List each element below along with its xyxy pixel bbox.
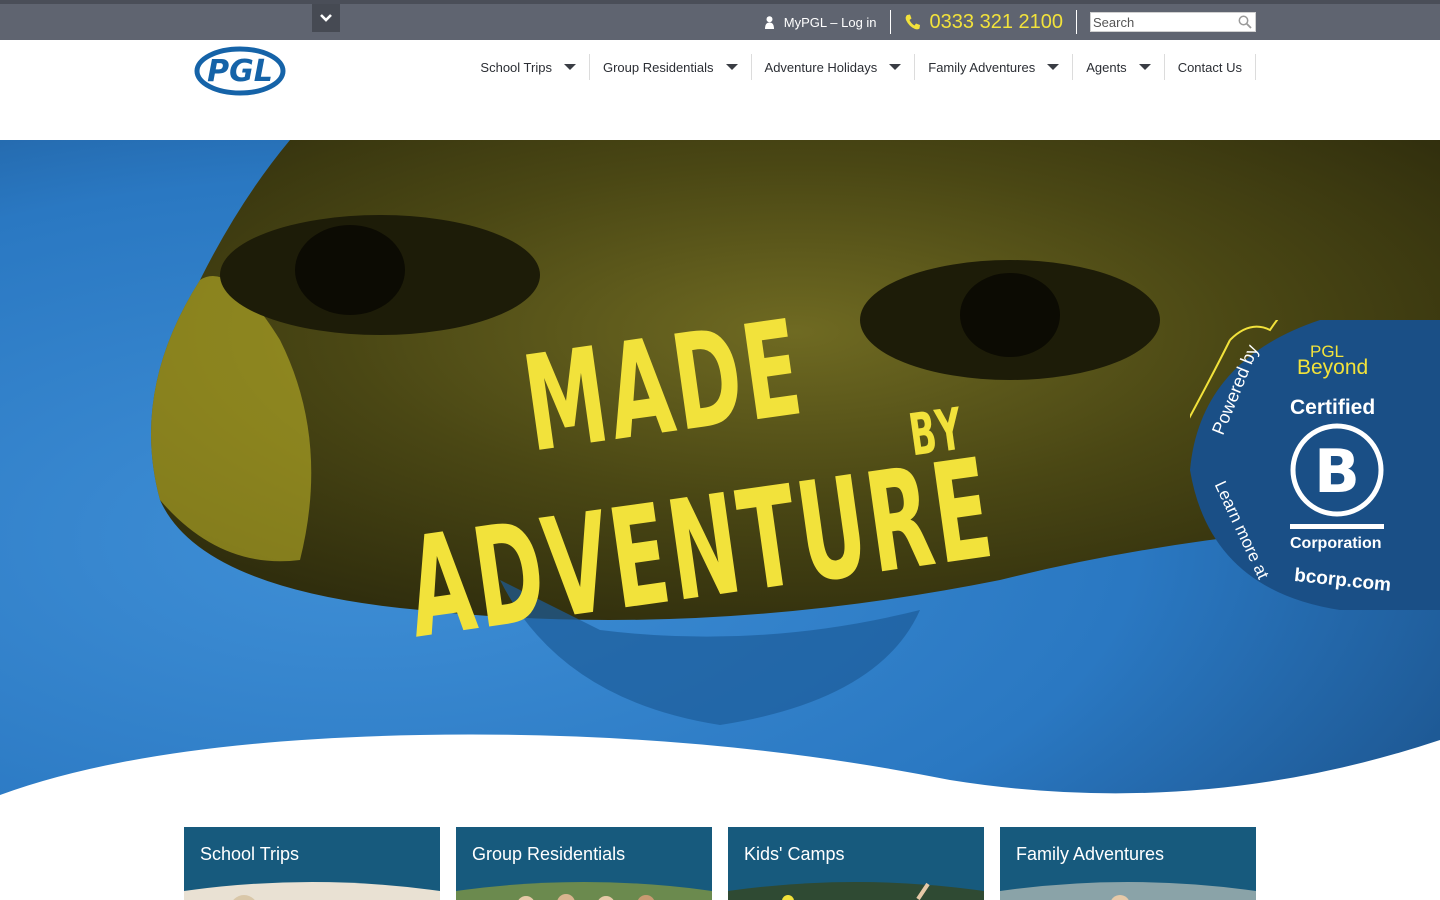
login-label: MyPGL – Log in	[783, 14, 877, 30]
badge-corporation: Corporation	[1290, 535, 1382, 552]
phone-number: 0333 321 2100	[929, 10, 1063, 33]
caret-down-icon	[1047, 64, 1060, 70]
card-image	[728, 882, 984, 900]
utility-toggle-button[interactable]	[312, 4, 340, 32]
caret-down-icon	[1138, 64, 1151, 70]
nav-family-adventures[interactable]: Family Adventures	[915, 54, 1074, 80]
phone-icon	[905, 14, 920, 30]
nav-label: Group Residentials	[602, 59, 714, 75]
nav-school-trips[interactable]: School Trips	[467, 54, 590, 80]
card-kids-camps[interactable]: Kids' Camps	[728, 827, 984, 900]
card-title: Kids' Camps	[744, 844, 845, 864]
chevron-down-icon	[320, 14, 332, 22]
nav-adventure-holidays[interactable]: Adventure Holidays	[752, 54, 916, 80]
search-box	[1090, 12, 1256, 32]
pgl-logo[interactable]: PGL	[194, 46, 286, 101]
nav-group-residentials[interactable]: Group Residentials	[590, 54, 752, 80]
badge-beyond: Beyond	[1297, 356, 1369, 379]
mypgl-login-link[interactable]: MyPGL – Log in	[764, 14, 890, 30]
card-school-trips[interactable]: School Trips	[184, 827, 440, 900]
search-icon[interactable]	[1238, 15, 1252, 29]
divider	[1076, 10, 1077, 34]
logo-text: PGL	[207, 54, 273, 89]
nav-label: Family Adventures	[928, 59, 1036, 75]
card-image	[184, 882, 440, 900]
svg-text:B: B	[1314, 437, 1360, 507]
card-image	[1000, 882, 1256, 900]
nav-contact-us[interactable]: Contact Us	[1165, 54, 1256, 80]
caret-down-icon	[725, 64, 738, 70]
hero-banner: MADE BY ADVENTURE B PGL Beyond Powered b…	[0, 140, 1440, 805]
utility-bar: MyPGL – Log in 0333 321 2100	[0, 0, 1440, 40]
badge-certified: Certified	[1290, 396, 1376, 419]
card-group-residentials[interactable]: Group Residentials	[456, 827, 712, 900]
card-image	[456, 882, 712, 900]
category-cards: School Trips Group Residentials Kids' Ca…	[184, 827, 1256, 900]
nav-label: Agents	[1086, 59, 1127, 75]
card-family-adventures[interactable]: Family Adventures	[1000, 827, 1256, 900]
nav-label: School Trips	[480, 59, 552, 75]
main-nav: School Trips Group Residentials Adventur…	[467, 54, 1256, 80]
search-input[interactable]	[1091, 13, 1231, 31]
user-icon	[764, 15, 774, 29]
bcorp-badge[interactable]: B PGL Beyond Powered by Certified Corpor…	[1179, 294, 1440, 610]
nav-label: Adventure Holidays	[764, 59, 878, 75]
utility-links: MyPGL – Log in 0333 321 2100	[764, 8, 1256, 36]
site-header: PGL School Trips Group Residentials Adve…	[0, 40, 1440, 140]
caret-down-icon	[889, 64, 902, 70]
card-title: School Trips	[200, 844, 300, 864]
card-title: Family Adventures	[1016, 844, 1165, 864]
phone-link[interactable]: 0333 321 2100	[891, 11, 1076, 34]
card-title: Group Residentials	[472, 844, 626, 864]
nav-agents[interactable]: Agents	[1073, 54, 1165, 80]
caret-down-icon	[563, 64, 576, 70]
nav-label: Contact Us	[1177, 59, 1242, 75]
